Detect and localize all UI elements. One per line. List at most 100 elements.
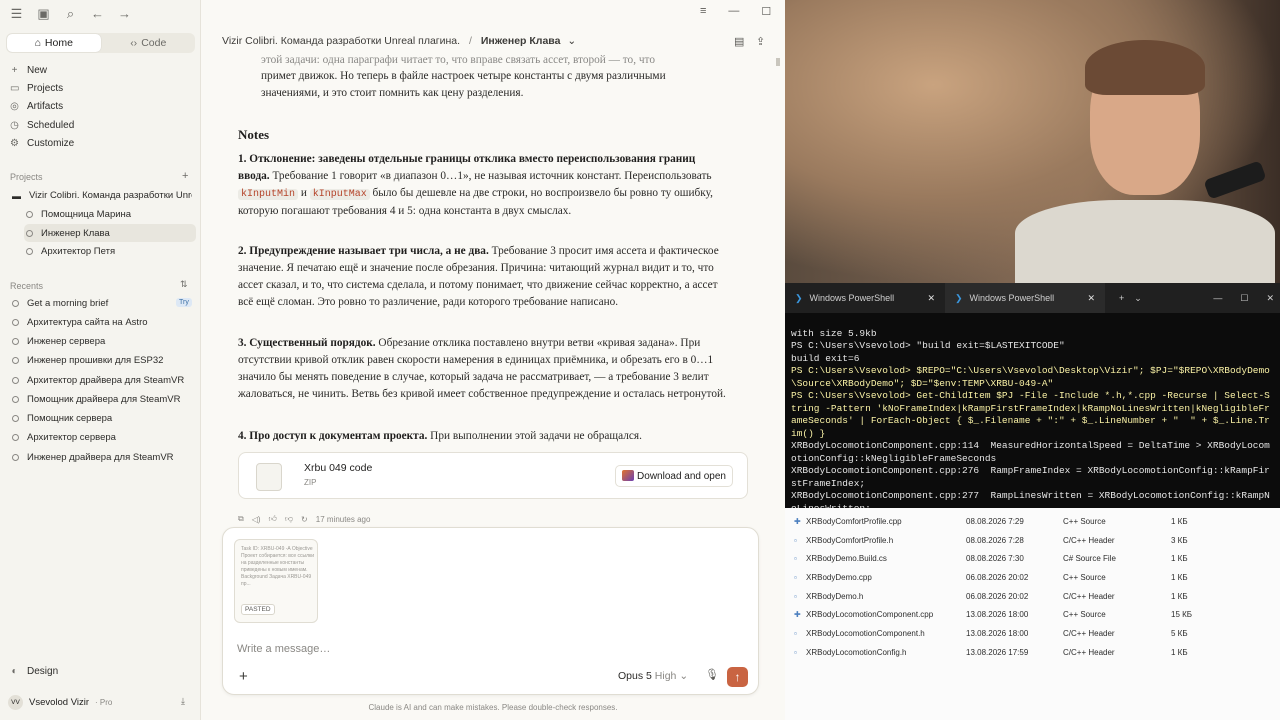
project-chat-petya[interactable]: Архитектор Петя xyxy=(24,242,196,260)
chevron-down-icon[interactable]: ⌄ xyxy=(1134,293,1142,304)
plus-icon: + xyxy=(11,65,18,76)
microphone-icon[interactable]: 🎙︎ xyxy=(705,668,719,681)
nav-new[interactable]: + New xyxy=(10,65,47,76)
terminal-tab-active[interactable]: ❯ Windows PowerShell ✕ xyxy=(945,283,1105,313)
copy-icon[interactable]: ⧉ xyxy=(238,514,244,524)
code-tab[interactable]: ‹› Code xyxy=(102,33,196,53)
timestamp: 17 minutes ago xyxy=(315,514,371,524)
thumbs-down-icon[interactable]: 👎︎ xyxy=(285,514,293,524)
terminal-window: ❯ Windows PowerShell ✕ ❯ Windows PowerShell… xyxy=(785,283,1280,514)
disclaimer: Claude is AI and can make mistakes. Plea… xyxy=(368,703,618,712)
chevron-down-icon: ⌄ xyxy=(679,670,689,682)
pasted-attachment[interactable]: Task ID: XRBU-049 -A Objective Проект со… xyxy=(234,539,318,623)
home-icon: ⌂ xyxy=(34,37,41,49)
add-project-icon[interactable]: + xyxy=(182,170,188,182)
download-button[interactable]: Download and open xyxy=(615,465,733,487)
file-icon xyxy=(256,463,282,491)
message-actions: ⧉ ◁) 👍︎ 👎︎ ↻ 17 minutes ago xyxy=(238,514,370,524)
recent-item[interactable]: Get a morning brief xyxy=(12,298,108,309)
projects-heading: Projects xyxy=(10,172,43,182)
model-selector[interactable]: Opus 5 High ⌄ xyxy=(618,670,688,682)
pasted-badge: PASTED xyxy=(241,604,275,615)
code-icon: ‹› xyxy=(130,37,138,49)
file-row[interactable]: ▫ XRBodyDemo.h 06.08.2026 20:02 C/C++ Heade… xyxy=(785,587,1280,605)
project-chat-klava[interactable]: Инженер Клава xyxy=(24,224,196,242)
file-row[interactable]: ▫ XRBodyDemo.cpp 06.08.2026 20:02 C++ Sourc… xyxy=(785,568,1280,586)
recent-item[interactable]: Инженер прошивки для ESP32 xyxy=(12,355,163,366)
cpp-file-icon: ✚ xyxy=(794,609,801,619)
breadcrumb-project[interactable]: Vizir Colibri. Команда разработки Unreal… xyxy=(222,35,460,47)
header-file-icon: ▫ xyxy=(794,647,797,657)
message-input[interactable]: Write a message… xyxy=(237,643,330,655)
file-type: ZIP xyxy=(304,478,317,487)
scrollbar[interactable] xyxy=(776,58,780,66)
close-icon[interactable]: ✕ xyxy=(1087,293,1095,304)
note-2: 2. Предупреждение называет три числа, а … xyxy=(238,245,719,308)
design-icon: ◐ xyxy=(11,666,18,677)
app-icon xyxy=(622,470,635,481)
search-icon[interactable]: ⌕ xyxy=(64,6,77,22)
filter-icon[interactable]: ⇅ xyxy=(180,279,188,290)
close-icon[interactable]: ✕ xyxy=(927,293,935,304)
recent-item[interactable]: Помощник сервера xyxy=(12,413,112,424)
chat-icon xyxy=(12,377,19,384)
minimize-icon[interactable]: — xyxy=(728,5,739,18)
file-attachment[interactable]: Xrbu 049 code ZIP Download and open xyxy=(238,452,748,499)
forward-arrow-icon[interactable]: → xyxy=(118,6,131,22)
file-row[interactable]: ▫ XRBodyLocomotionConfig.h 13.08.2026 17:5… xyxy=(785,643,1280,661)
speaker-icon[interactable]: ◁) xyxy=(252,515,261,524)
file-row[interactable]: ▫ XRBodyComfortProfile.h 08.08.2026 7:28 C/… xyxy=(785,531,1280,549)
terminal-tabbar: ❯ Windows PowerShell ✕ ❯ Windows PowerShell… xyxy=(785,283,1280,313)
file-row[interactable]: ▫ XRBodyDemo.Build.cs 08.08.2026 7:30 C# So… xyxy=(785,549,1280,567)
user-menu[interactable]: VV Vsevolod Vizir · Pro xyxy=(8,695,112,710)
breadcrumb-chat[interactable]: Инженер Клава xyxy=(481,35,561,47)
sidebar-toggle-icon[interactable]: ▣ xyxy=(37,6,50,22)
chevron-down-icon[interactable]: ⌄ xyxy=(567,35,576,47)
back-arrow-icon[interactable]: ← xyxy=(91,6,104,22)
close-icon[interactable]: ✕ xyxy=(1266,293,1274,304)
home-tab[interactable]: ⌂ Home xyxy=(7,34,101,52)
send-button[interactable]: ↑ xyxy=(727,667,748,687)
recent-item[interactable]: Помощник драйвера для SteamVR xyxy=(12,394,180,405)
nav-artifacts[interactable]: ◎ Artifacts xyxy=(10,101,63,112)
chat-icon xyxy=(12,396,19,403)
cpp-file-icon: ✚ xyxy=(794,516,801,526)
recent-item[interactable]: Инженер сервера xyxy=(12,336,105,347)
download-icon[interactable]: ⤓ xyxy=(181,696,185,707)
retry-icon[interactable]: ↻ xyxy=(301,515,308,524)
sidebar: ☰ ▣ ⌕ ← → ⌂ Home ‹› Code + New ▭ Projects ◎ A… xyxy=(0,0,201,720)
try-badge: Try xyxy=(176,298,192,307)
nav-projects[interactable]: ▭ Projects xyxy=(10,83,63,94)
recent-item[interactable]: Архитектор драйвера для SteamVR xyxy=(12,375,184,386)
new-tab-icon[interactable]: + xyxy=(1119,293,1124,303)
maximize-icon[interactable]: ☐ xyxy=(761,5,771,18)
recent-item[interactable]: Архитектор сервера xyxy=(12,432,116,443)
minimize-icon[interactable]: — xyxy=(1213,293,1222,303)
chat-icon xyxy=(12,338,19,345)
clipped-line: этой задачи: одна параграфи читает то, ч… xyxy=(261,54,655,66)
design-link[interactable]: ◐ Design xyxy=(10,666,58,677)
recent-item[interactable]: Инженер драйвера для SteamVR xyxy=(12,452,174,463)
share-icon[interactable]: ⇪ xyxy=(756,35,765,48)
file-row[interactable]: ✚ XRBodyComfortProfile.cpp 08.08.2026 7:29… xyxy=(785,512,1280,530)
chat-icon xyxy=(12,434,19,441)
add-attachment-icon[interactable]: + xyxy=(239,668,248,685)
maximize-icon[interactable]: ☐ xyxy=(1240,293,1248,304)
header-file-icon: ▫ xyxy=(794,535,797,545)
nav-customize[interactable]: ⚙ Customize xyxy=(10,138,74,149)
chat-panel: Vizir Colibri. Команда разработки Unreal… xyxy=(201,0,785,720)
document-icon[interactable]: ▤ xyxy=(734,35,744,48)
terminal-tab[interactable]: ❯ Windows PowerShell ✕ xyxy=(785,283,945,313)
project-chat-marina[interactable]: Помощница Марина xyxy=(24,205,196,223)
menu-icon[interactable]: ☰ xyxy=(10,6,23,22)
file-row[interactable]: ✚ XRBodyLocomotionComponent.cpp 13.08.2026… xyxy=(785,605,1280,623)
artifact-icon: ◎ xyxy=(10,101,19,112)
terminal-line: XRBodyLocomotionComponent.cpp:114 Measur… xyxy=(791,440,1270,464)
file-row[interactable]: ▫ XRBodyLocomotionComponent.h 13.08.2026 1… xyxy=(785,624,1280,642)
thumbs-up-icon[interactable]: 👍︎ xyxy=(269,514,277,524)
nav-scheduled[interactable]: ◷ Scheduled xyxy=(10,120,74,131)
cs-file-icon: ▫ xyxy=(794,553,797,563)
recent-item[interactable]: Архитектура сайта на Astro xyxy=(12,317,148,328)
hamburger-icon[interactable]: ≡ xyxy=(700,5,706,18)
project-item[interactable]: ▬ Vizir Colibri. Команда разработки Unre xyxy=(12,190,192,201)
